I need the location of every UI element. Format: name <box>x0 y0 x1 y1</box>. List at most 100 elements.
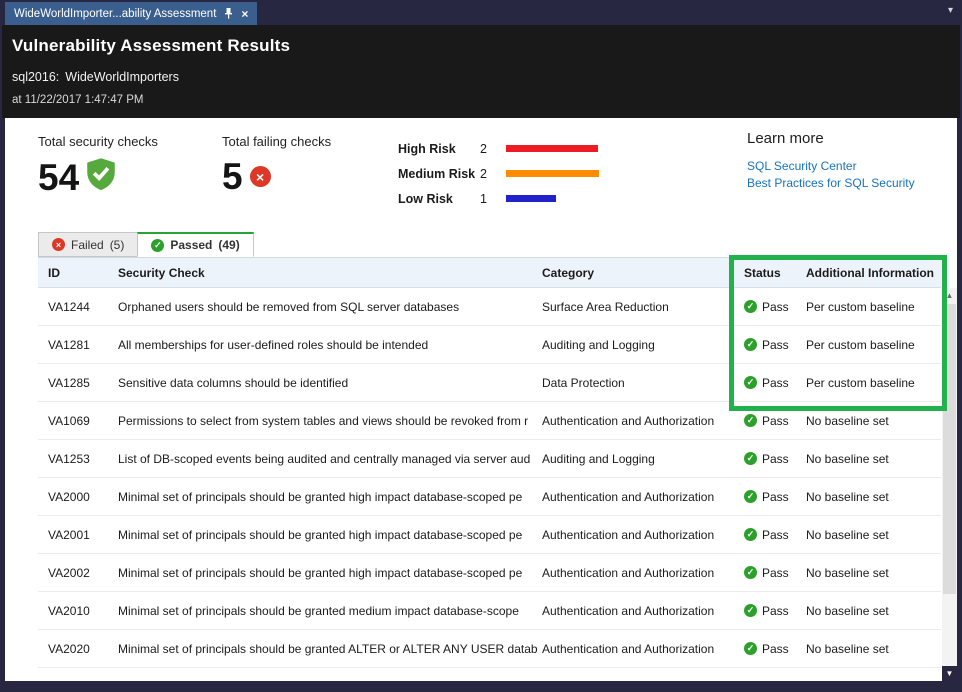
table-row[interactable]: VA2000 Minimal set of principals should … <box>38 478 941 516</box>
tab-failed[interactable]: × Failed (5) <box>38 232 138 257</box>
cell-category: Surface Area Reduction <box>542 300 744 314</box>
pass-circle-icon: ✓ <box>744 414 757 427</box>
status-text: Pass <box>762 300 789 314</box>
pass-circle-icon: ✓ <box>744 376 757 389</box>
cell-security-check: Sensitive data columns should be identif… <box>118 376 542 390</box>
tab-passed[interactable]: ✓ Passed (49) <box>137 232 253 257</box>
tab-list-dropdown-icon[interactable]: ▾ <box>948 6 953 16</box>
cell-security-check: Minimal set of principals should be gran… <box>118 490 542 504</box>
fail-circle-icon: × <box>52 238 65 251</box>
tab-failed-label: Failed <box>71 238 104 252</box>
table-row[interactable]: VA2010 Minimal set of principals should … <box>38 592 941 630</box>
cell-id: VA1244 <box>38 300 118 314</box>
cell-status: ✓ Pass <box>744 490 806 504</box>
pass-circle-icon: ✓ <box>744 490 757 503</box>
cell-security-check: List of DB-scoped events being audited a… <box>118 452 542 466</box>
status-text: Pass <box>762 376 789 390</box>
status-text: Pass <box>762 414 789 428</box>
cell-additional-info: No baseline set <box>806 490 941 504</box>
close-icon[interactable]: × <box>241 8 248 20</box>
cell-status: ✓ Pass <box>744 338 806 352</box>
table-row[interactable]: VA2001 Minimal set of principals should … <box>38 516 941 554</box>
shield-check-icon <box>86 158 116 196</box>
status-text: Pass <box>762 604 789 618</box>
cell-additional-info: No baseline set <box>806 528 941 542</box>
content-panel: Total security checks 54 Total failing c… <box>5 118 957 681</box>
cell-security-check: Permissions to select from system tables… <box>118 414 542 428</box>
fail-circle-icon: × <box>250 166 271 187</box>
scrollbar-thumb[interactable] <box>943 304 956 594</box>
results-header: Vulnerability Assessment Results sql2016… <box>2 25 960 118</box>
cell-id: VA1069 <box>38 414 118 428</box>
failing-checks-value: 5 <box>222 158 243 195</box>
table-row[interactable]: VA1244 Orphaned users should be removed … <box>38 288 941 326</box>
table-row[interactable]: VA1285 Sensitive data columns should be … <box>38 364 941 402</box>
status-text: Pass <box>762 490 789 504</box>
table-row[interactable]: VA2020 Minimal set of principals should … <box>38 630 941 668</box>
result-tabs: × Failed (5) ✓ Passed (49) <box>38 232 254 257</box>
learn-more-title: Learn more <box>747 130 915 147</box>
risk-row-low: Low Risk 1 <box>398 186 599 211</box>
document-tab-strip: WideWorldImporter...ability Assessment ×… <box>0 0 962 25</box>
column-header-category[interactable]: Category <box>542 266 744 280</box>
pass-circle-icon: ✓ <box>744 566 757 579</box>
cell-id: VA1285 <box>38 376 118 390</box>
scan-timestamp: at 11/22/2017 1:47:47 PM <box>12 94 950 106</box>
total-checks-label: Total security checks <box>38 134 158 149</box>
cell-additional-info: Per custom baseline <box>806 300 941 314</box>
cell-additional-info: No baseline set <box>806 604 941 618</box>
risk-count: 2 <box>480 142 506 156</box>
tab-passed-label: Passed <box>170 238 212 252</box>
pass-circle-icon: ✓ <box>744 528 757 541</box>
pass-circle-icon: ✓ <box>744 452 757 465</box>
risk-row-medium: Medium Risk 2 <box>398 161 599 186</box>
database-name: WideWorldImporters <box>65 70 179 84</box>
risk-label: High Risk <box>398 142 480 156</box>
server-name: sql2016: <box>12 70 59 84</box>
status-text: Pass <box>762 642 789 656</box>
risk-bar <box>506 145 598 152</box>
cell-id: VA2010 <box>38 604 118 618</box>
table-row[interactable]: VA2002 Minimal set of principals should … <box>38 554 941 592</box>
cell-status: ✓ Pass <box>744 642 806 656</box>
table-row[interactable]: VA1069 Permissions to select from system… <box>38 402 941 440</box>
status-text: Pass <box>762 566 789 580</box>
cell-status: ✓ Pass <box>744 566 806 580</box>
cell-id: VA2000 <box>38 490 118 504</box>
status-text: Pass <box>762 528 789 542</box>
total-security-checks-metric: Total security checks 54 <box>38 134 158 196</box>
cell-category: Authentication and Authorization <box>542 414 744 428</box>
link-sql-security-center[interactable]: SQL Security Center <box>747 159 915 173</box>
document-tab[interactable]: WideWorldImporter...ability Assessment × <box>5 2 257 25</box>
risk-label: Medium Risk <box>398 167 480 181</box>
cell-additional-info: No baseline set <box>806 414 941 428</box>
vulnerability-assessment-window: WideWorldImporter...ability Assessment ×… <box>0 0 962 692</box>
risk-row-high: High Risk 2 <box>398 136 599 161</box>
risk-count: 1 <box>480 192 506 206</box>
cell-id: VA2020 <box>38 642 118 656</box>
cell-category: Authentication and Authorization <box>542 490 744 504</box>
scroll-down-icon[interactable]: ▼ <box>942 666 957 681</box>
column-header-additional-info[interactable]: Additional Information <box>806 266 941 280</box>
server-line: sql2016: WideWorldImporters <box>12 70 950 84</box>
table-row[interactable]: VA1253 List of DB-scoped events being au… <box>38 440 941 478</box>
column-header-status[interactable]: Status <box>744 266 806 280</box>
cell-category: Authentication and Authorization <box>542 566 744 580</box>
table-row[interactable]: VA1281 All memberships for user-defined … <box>38 326 941 364</box>
column-header-id[interactable]: ID <box>38 266 118 280</box>
tab-failed-count: (5) <box>110 238 125 252</box>
page-title: Vulnerability Assessment Results <box>12 36 950 56</box>
vertical-scrollbar[interactable]: ▲ <box>942 288 957 666</box>
column-header-security-check[interactable]: Security Check <box>118 266 542 280</box>
pin-icon[interactable] <box>224 8 233 19</box>
scroll-up-icon[interactable]: ▲ <box>942 288 957 303</box>
status-text: Pass <box>762 452 789 466</box>
cell-status: ✓ Pass <box>744 414 806 428</box>
risk-label: Low Risk <box>398 192 480 206</box>
status-text: Pass <box>762 338 789 352</box>
risk-count: 2 <box>480 167 506 181</box>
risk-bar <box>506 170 599 177</box>
link-best-practices[interactable]: Best Practices for SQL Security <box>747 176 915 190</box>
results-table: ID Security Check Category Status Additi… <box>38 257 941 668</box>
cell-status: ✓ Pass <box>744 604 806 618</box>
